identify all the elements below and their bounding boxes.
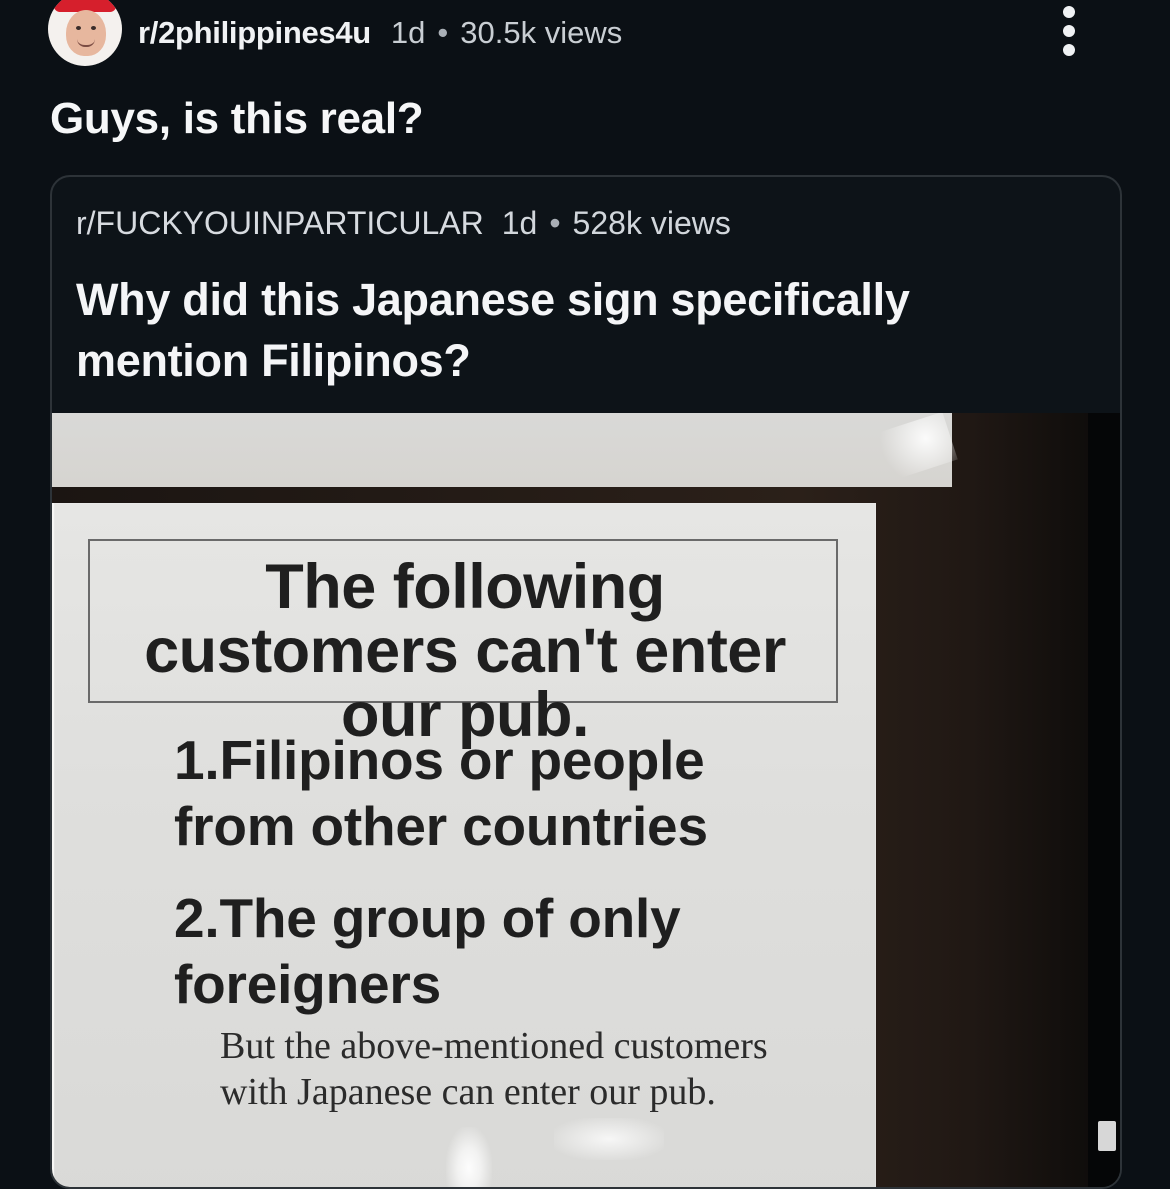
more-vertical-icon[interactable]: [1060, 6, 1078, 56]
meta-separator-dot: •: [437, 15, 449, 50]
post-age: 1d: [390, 15, 426, 50]
crosspost-views: 528k views: [572, 205, 731, 241]
sign-item-2: 2.The group of only foreigners: [174, 887, 681, 1015]
crosspost-age: 1d: [501, 205, 538, 241]
meta-separator-dot: •: [549, 205, 561, 241]
menu-dot-icon: [1063, 44, 1075, 56]
post-image[interactable]: The following customers can't enter our …: [52, 413, 1120, 1187]
sign-item-1: 1.Filipinos or people from other countri…: [174, 729, 708, 857]
crosspost-meta: r/FUCKYOUINPARTICULAR 1d • 528k views: [76, 205, 731, 242]
subreddit-link[interactable]: r/2philippines4u: [138, 15, 371, 51]
menu-dot-icon: [1063, 6, 1075, 18]
post-title: Guys, is this real?: [50, 94, 424, 143]
avatar[interactable]: [48, 0, 122, 66]
sign-note: But the above-mentioned customers with J…: [220, 1025, 768, 1113]
sign-heading: The following customers can't enter our …: [144, 552, 786, 750]
post-header: r/2philippines4u 1d • 30.5k views: [48, 0, 1148, 66]
glare: [554, 1118, 664, 1160]
glare: [446, 1127, 492, 1187]
top-strip: [52, 413, 952, 487]
face-icon: [66, 10, 106, 56]
eye-icon: [76, 26, 81, 30]
crosspost-subreddit[interactable]: r/FUCKYOUINPARTICULAR: [76, 205, 484, 242]
dark-edge: [1088, 413, 1120, 1187]
sign-board: The following customers can't enter our …: [52, 503, 876, 1187]
crosspost-title[interactable]: Why did this Japanese sign specifically …: [76, 269, 956, 391]
menu-dot-icon: [1063, 25, 1075, 37]
sign-heading-box: The following customers can't enter our …: [88, 539, 838, 747]
post-views: 30.5k views: [460, 15, 623, 50]
crosspost-card[interactable]: r/FUCKYOUINPARTICULAR 1d • 528k views Wh…: [50, 175, 1122, 1189]
small-light-rectangle: [1098, 1121, 1116, 1151]
eye-icon: [91, 26, 96, 30]
post-meta: 1d • 30.5k views: [391, 15, 622, 51]
